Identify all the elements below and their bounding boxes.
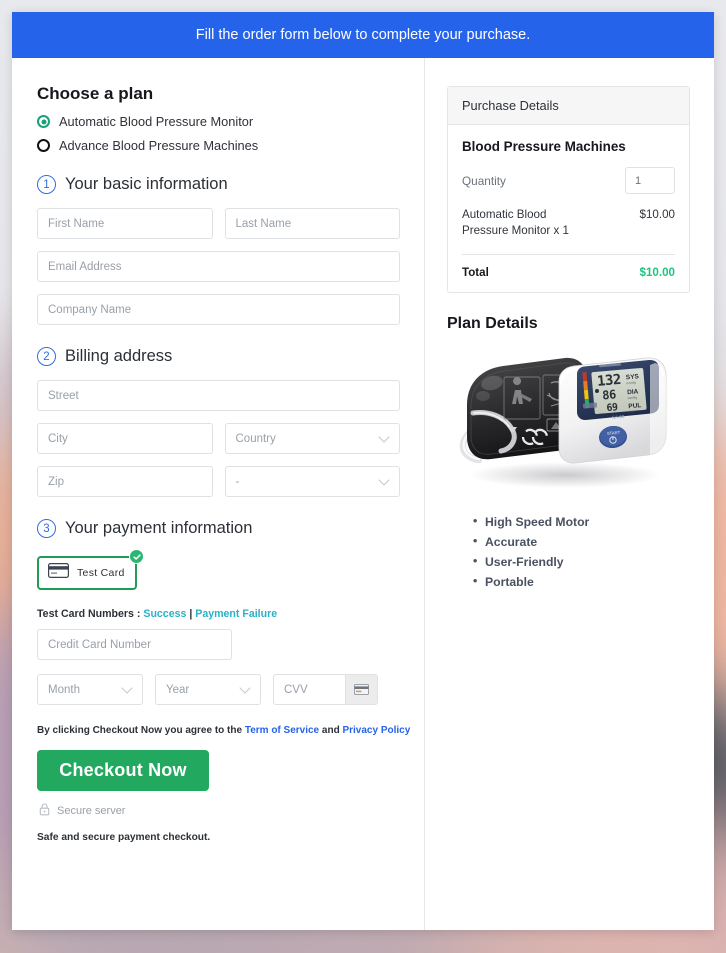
credit-card-icon [48, 563, 69, 583]
plan-option-label: Automatic Blood Pressure Monitor [59, 114, 254, 129]
radio-unselected-icon[interactable] [37, 139, 50, 152]
check-circle-icon [129, 549, 144, 564]
step-number-badge: 2 [37, 347, 56, 366]
cvv-input[interactable]: CVV [274, 675, 345, 704]
total-label: Total [462, 265, 489, 279]
credit-card-number-input[interactable]: Credit Card Number [37, 629, 232, 660]
zip-input[interactable]: Zip [37, 466, 213, 497]
summary-column: Purchase Details Blood Pressure Machines… [425, 58, 714, 930]
purchase-details-body: Blood Pressure Machines Quantity 1 Autom… [448, 125, 689, 292]
email-row: Email Address [37, 251, 424, 282]
purchase-product-title: Blood Pressure Machines [462, 139, 626, 154]
lcd-dia-value: 86 [602, 387, 617, 402]
radio-selected-icon[interactable] [37, 115, 50, 128]
plan-option-label: Advance Blood Pressure Machines [59, 138, 259, 153]
last-name-input[interactable]: Last Name [224, 208, 400, 239]
list-item: High Speed Motor [473, 514, 690, 529]
feature-list: High Speed Motor Accurate User-Friendly … [473, 514, 690, 589]
payment-failure-link[interactable]: Payment Failure [195, 608, 277, 620]
purchase-details-header: Purchase Details [448, 87, 689, 125]
order-form-column: Choose a plan Automatic Blood Pressure M… [12, 58, 424, 930]
plan-option-advance[interactable]: Advance Blood Pressure Machines [37, 138, 424, 153]
test-card-label: Test Card [77, 567, 125, 579]
svg-text:mmHg: mmHg [626, 380, 636, 385]
company-row: Company Name [37, 294, 424, 325]
choose-plan-heading: Choose a plan [37, 84, 154, 103]
city-country-row: City Country [37, 423, 424, 454]
list-item: Accurate [473, 534, 690, 549]
test-card-option[interactable]: Test Card [37, 549, 144, 590]
country-select[interactable]: Country [224, 423, 400, 454]
svg-text:/min: /min [629, 409, 636, 414]
blood-pressure-monitor-image: 132 86 69 SYS mmHg DIA mmHg PUL /min SA-… [447, 339, 690, 499]
expiry-year-select[interactable]: Year [155, 674, 261, 705]
summary-divider [462, 253, 675, 255]
terms-of-service-link[interactable]: Term of Service [245, 725, 319, 736]
secure-server-label: Secure server [57, 805, 126, 817]
step-payment-information: 3 Your payment information [37, 519, 424, 538]
street-input[interactable]: Street [37, 380, 400, 411]
total-row: Total $10.00 [462, 266, 675, 279]
step-basic-information: 1 Your basic information [37, 175, 424, 194]
zip-state-row: Zip - [37, 466, 424, 497]
plan-option-automatic[interactable]: Automatic Blood Pressure Monitor [37, 114, 424, 129]
expiry-cvv-row: Month Year CVV [37, 674, 424, 705]
line-item-row: Automatic Blood Pressure Monitor x 1 $10… [462, 207, 675, 240]
state-select[interactable]: - [224, 466, 400, 497]
credit-card-row: Credit Card Number [37, 629, 424, 660]
quantity-row: Quantity 1 [462, 167, 675, 194]
checkout-button-label: Checkout Now [59, 760, 187, 780]
test-card-numbers-row: Test Card Numbers : Success | Payment Fa… [37, 608, 424, 620]
secure-server-row: Secure server [39, 803, 424, 819]
street-row: Street [37, 380, 424, 411]
privacy-policy-link[interactable]: Privacy Policy [342, 725, 410, 736]
line-item-price: $10.00 [639, 208, 675, 221]
email-input[interactable]: Email Address [37, 251, 400, 282]
terms-prefix: By clicking Checkout Now you agree to th… [37, 725, 243, 736]
step-title: Your basic information [65, 175, 228, 193]
total-value: $10.00 [639, 265, 675, 279]
step-number-badge: 3 [37, 519, 56, 538]
line-item-name: Automatic Blood Pressure Monitor x 1 [462, 208, 569, 238]
step-billing-address: 2 Billing address [37, 347, 424, 366]
list-item: User-Friendly [473, 554, 690, 569]
test-card-numbers-label: Test Card Numbers : [37, 608, 141, 620]
svg-text:mmHg: mmHg [627, 395, 637, 400]
city-input[interactable]: City [37, 423, 213, 454]
purchase-details-panel: Purchase Details Blood Pressure Machines… [447, 86, 690, 293]
step-title: Your payment information [65, 519, 253, 537]
banner-text: Fill the order form below to complete yo… [195, 27, 531, 43]
cvv-field-group[interactable]: CVV [273, 674, 378, 705]
terms-text: By clicking Checkout Now you agree to th… [37, 725, 424, 736]
step-number-badge: 1 [37, 175, 56, 194]
success-link[interactable]: Success [143, 608, 186, 620]
expiry-month-select[interactable]: Month [37, 674, 143, 705]
quantity-label: Quantity [462, 173, 506, 188]
page-banner: Fill the order form below to complete yo… [12, 12, 714, 58]
list-item: Portable [473, 574, 690, 589]
step-title: Billing address [65, 347, 173, 365]
first-name-input[interactable]: First Name [37, 208, 213, 239]
company-name-input[interactable]: Company Name [37, 294, 400, 325]
cvv-card-icon [345, 675, 377, 704]
checkout-card: Fill the order form below to complete yo… [12, 12, 714, 930]
safe-checkout-note: Safe and secure payment checkout. [37, 832, 211, 843]
plan-details-heading: Plan Details [447, 314, 538, 332]
card-body: Choose a plan Automatic Blood Pressure M… [12, 58, 714, 930]
lock-icon [39, 803, 50, 819]
link-separator: | [189, 608, 193, 620]
name-row: First Name Last Name [37, 208, 424, 239]
checkout-now-button[interactable]: Checkout Now [37, 750, 209, 791]
quantity-input[interactable]: 1 [625, 167, 675, 194]
terms-and: and [321, 725, 340, 736]
lcd-pul-value: 69 [606, 402, 618, 414]
